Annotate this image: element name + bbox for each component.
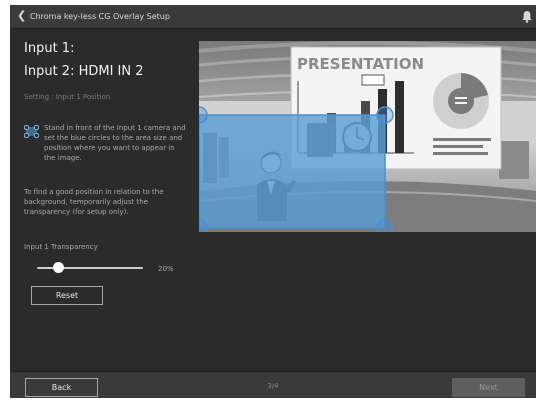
next-button[interactable]: Next <box>452 378 525 397</box>
instruction-text: Stand in front of the Input 1 camera and… <box>44 124 186 162</box>
corner-handle-bottom-right[interactable] <box>376 219 394 232</box>
input1-heading: Input 1: <box>24 41 75 56</box>
title-bar: ❮ Chroma key-less CG Overlay Setup <box>10 5 536 29</box>
input2-heading: Input 2: HDMI IN 2 <box>24 64 144 79</box>
bell-icon[interactable] <box>521 10 533 23</box>
app-title: Chroma key-less CG Overlay Setup <box>30 12 170 21</box>
chevron-left-icon[interactable]: ❮ <box>17 9 26 23</box>
setting-label: Setting : Input 1 Position <box>24 93 111 101</box>
corner-handle-top-right[interactable] <box>376 106 394 124</box>
tip-text: To find a good position in relation to t… <box>24 188 164 216</box>
transparency-label: Input 1 Transparency <box>24 243 98 251</box>
position-frame-icon <box>24 125 39 138</box>
app-window: ❮ Chroma key-less CG Overlay Setup Input… <box>10 5 536 398</box>
footer-bar: Back 3/4 Next <box>10 371 536 398</box>
transparency-value: 20% <box>158 265 174 273</box>
slider-thumb[interactable] <box>52 262 64 273</box>
presentation-text: PRESENTATION <box>297 55 424 73</box>
reset-button[interactable]: Reset <box>31 286 103 305</box>
preview-image: PRESENTATION <box>199 41 536 232</box>
